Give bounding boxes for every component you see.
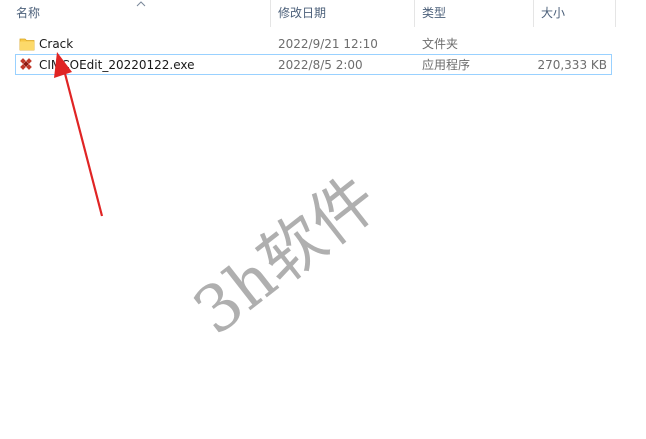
column-type-header[interactable]: 类型 [416, 0, 532, 27]
watermark-text: 3h软件 [180, 162, 392, 350]
file-size: 270,333 KB [537, 58, 607, 72]
file-type: 文件夹 [422, 37, 459, 51]
column-divider[interactable] [533, 0, 534, 27]
file-row-crack[interactable]: Crack 2022/9/21 12:10 文件夹 [15, 33, 612, 54]
column-divider[interactable] [615, 0, 616, 27]
column-modified-header[interactable]: 修改日期 [272, 0, 412, 27]
column-size-header[interactable]: 大小 [535, 0, 615, 27]
file-type: 应用程序 [422, 58, 471, 72]
column-divider[interactable] [270, 0, 271, 27]
file-name: CIMCOEdit_20220122.exe [39, 58, 195, 72]
file-modified: 2022/8/5 2:00 [278, 58, 363, 72]
file-modified: 2022/9/21 12:10 [278, 37, 378, 51]
file-row-cimcoedit[interactable]: CIMCOEdit_20220122.exe 2022/8/5 2:00 应用程… [15, 54, 612, 75]
folder-icon [19, 38, 35, 51]
column-divider[interactable] [414, 0, 415, 27]
column-header: 名称 修改日期 类型 大小 [0, 0, 646, 27]
exe-app-icon [20, 58, 32, 70]
sort-ascending-icon [136, 1, 146, 7]
file-name: Crack [39, 37, 74, 51]
